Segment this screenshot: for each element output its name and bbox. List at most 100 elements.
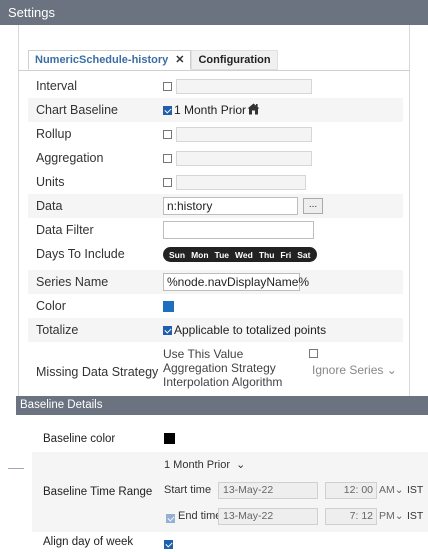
chevron-down-icon: ⌄ <box>394 484 404 496</box>
days-selector: Sun Mon Tue Wed Thu Fri Sat <box>163 247 317 262</box>
row-baseline-color: Baseline color <box>32 428 428 452</box>
start-ampm-value: AM <box>379 484 395 496</box>
tab-bar: NumericSchedule-history ✕ Configuration <box>28 50 278 70</box>
totalize-label: Totalize <box>36 323 79 337</box>
day-tue[interactable]: Tue <box>215 250 229 260</box>
day-fri[interactable]: Fri <box>280 250 291 260</box>
missing-data-options: Use This Value Aggregation Strategy Inte… <box>163 347 282 389</box>
interval-label: Interval <box>36 79 77 93</box>
aggregation-label: Aggregation <box>36 151 104 165</box>
day-sun[interactable]: Sun <box>169 250 185 260</box>
missing-data-select[interactable]: Ignore Series ⌄ <box>312 363 397 377</box>
color-swatch[interactable] <box>163 300 174 312</box>
day-sat[interactable]: Sat <box>297 250 310 260</box>
baseline-range-select[interactable]: 1 Month Prior ⌄ <box>164 458 245 471</box>
tab-configuration[interactable]: Configuration <box>191 50 278 70</box>
units-label: Units <box>36 175 65 189</box>
row-data-filter: Data Filter <box>28 218 403 242</box>
row-rollup: Rollup <box>28 122 403 146</box>
row-chart-baseline: Chart Baseline 1 Month Prior <box>28 98 403 122</box>
end-timezone: IST <box>407 510 424 522</box>
units-checkbox[interactable] <box>163 177 172 187</box>
end-ampm-select[interactable]: PM⌄ <box>379 510 404 522</box>
day-thu[interactable]: Thu <box>259 250 275 260</box>
missing-data-select-value: Ignore Series <box>312 363 384 377</box>
chart-baseline-label: Chart Baseline <box>36 103 118 117</box>
baseline-range-select-value: 1 Month Prior <box>164 459 231 471</box>
row-series-name: Series Name %node.navDisplayName% <box>28 270 403 294</box>
start-minute[interactable]: 00 <box>361 484 373 496</box>
align-day-of-week-checkbox[interactable] <box>164 540 173 549</box>
side-divider <box>8 468 24 469</box>
use-this-value-label: Use This Value <box>163 347 244 361</box>
chevron-down-icon: ⌄ <box>386 363 397 377</box>
close-icon[interactable]: ✕ <box>175 50 184 70</box>
rollup-checkbox[interactable] <box>163 129 172 139</box>
totalize-checkbox[interactable] <box>163 325 172 335</box>
data-filter-input[interactable] <box>163 221 314 239</box>
baseline-details-header: Baseline Details <box>16 396 428 415</box>
use-this-value-checkbox[interactable] <box>309 349 318 358</box>
chart-baseline-checkbox[interactable] <box>163 105 172 115</box>
align-day-of-week-label: Align day of week <box>43 536 134 548</box>
aggregation-strategy-label: Aggregation Strategy <box>163 361 276 375</box>
tab-divider <box>18 70 410 71</box>
home-icon[interactable] <box>247 103 260 118</box>
baseline-color-label: Baseline color <box>43 433 116 445</box>
series-name-label: Series Name <box>36 275 109 289</box>
units-field[interactable] <box>176 175 306 190</box>
days-label: Days To Include <box>36 247 125 261</box>
row-units: Units <box>28 170 403 194</box>
row-interval: Interval <box>28 74 403 98</box>
aggregation-field[interactable] <box>176 151 312 166</box>
start-date-field[interactable]: 13-May-22 <box>218 482 318 499</box>
data-label: Data <box>36 199 63 213</box>
rollup-label: Rollup <box>36 127 72 141</box>
data-browse-button[interactable]: ... <box>303 198 323 214</box>
day-mon[interactable]: Mon <box>191 250 208 260</box>
missing-data-label: Missing Data Strategy <box>36 365 159 379</box>
row-missing-data-strategy: Missing Data Strategy Use This Value Agg… <box>28 342 403 402</box>
totalize-value: Applicable to totalized points <box>174 323 327 337</box>
data-input[interactable]: n:history <box>163 197 298 215</box>
row-days-to-include: Days To Include Sun Mon Tue Wed Thu Fri … <box>28 242 403 266</box>
start-hour[interactable]: 12 <box>344 484 356 496</box>
time-separator: : <box>355 484 359 496</box>
row-align-day-of-week: Align day of week <box>32 532 428 552</box>
row-aggregation: Aggregation <box>28 146 403 170</box>
row-data: Data n:history ... <box>28 194 403 218</box>
row-baseline-time-range: Baseline Time Range 1 Month Prior ⌄ Star… <box>32 452 428 532</box>
chart-baseline-value: 1 Month Prior <box>174 103 247 117</box>
window-title: Settings <box>8 5 55 20</box>
end-time-checkbox[interactable] <box>166 514 175 523</box>
start-time-field[interactable]: 12: 00 <box>325 482 377 499</box>
interval-field[interactable] <box>176 79 312 94</box>
baseline-time-range-label: Baseline Time Range <box>43 486 153 498</box>
settings-title-bar: Settings <box>0 0 428 25</box>
aggregation-checkbox[interactable] <box>163 153 172 163</box>
start-timezone: IST <box>407 484 424 496</box>
rollup-field[interactable] <box>176 127 312 142</box>
tab-numericschedule-history[interactable]: NumericSchedule-history ✕ <box>28 50 192 70</box>
end-minute[interactable]: 12 <box>361 510 373 522</box>
row-color: Color <box>28 294 403 318</box>
end-time-field[interactable]: 7: 12 <box>325 508 377 525</box>
tab-label: Configuration <box>198 54 271 66</box>
start-time-label: Start time <box>164 484 212 496</box>
row-totalize: Totalize Applicable to totalized points <box>28 318 403 342</box>
start-ampm-select[interactable]: AM⌄ <box>379 484 404 496</box>
chevron-down-icon: ⌄ <box>236 459 246 471</box>
interpolation-algorithm-label: Interpolation Algorithm <box>163 375 283 389</box>
interval-checkbox[interactable] <box>163 81 172 91</box>
data-filter-label: Data Filter <box>36 223 94 237</box>
end-ampm-value: PM <box>379 510 395 522</box>
color-label: Color <box>36 299 66 313</box>
end-date-field[interactable]: 13-May-22 <box>218 508 318 525</box>
baseline-color-swatch[interactable] <box>164 433 175 444</box>
end-time-label: End time <box>178 510 222 522</box>
tab-label: NumericSchedule-history <box>35 54 169 66</box>
baseline-details-title: Baseline Details <box>20 399 103 411</box>
series-name-input[interactable]: %node.navDisplayName% <box>163 273 309 291</box>
time-separator: : <box>355 510 359 522</box>
day-wed[interactable]: Wed <box>235 250 253 260</box>
